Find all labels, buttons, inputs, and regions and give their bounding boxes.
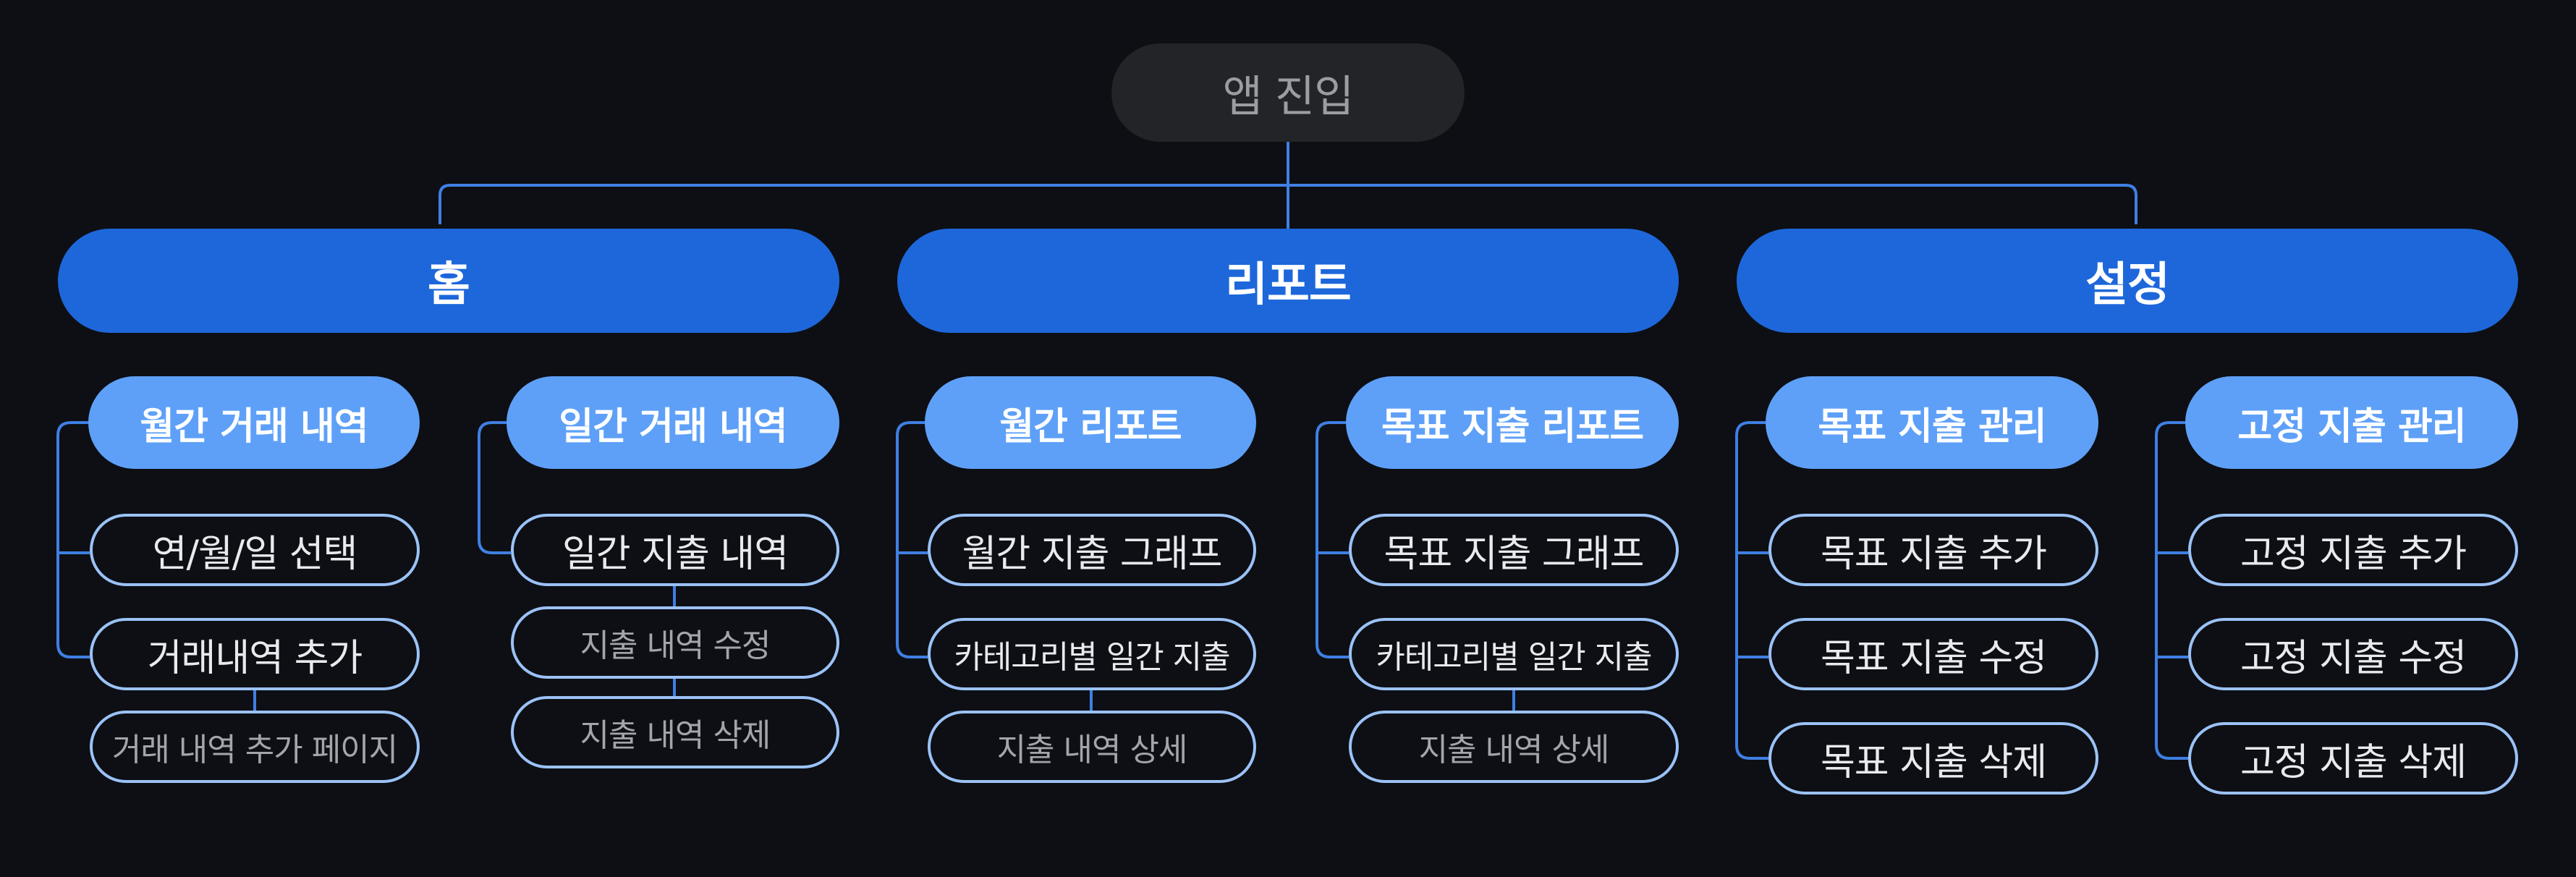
group-label: 월간 리포트 xyxy=(999,404,1182,449)
item-label: 카테고리별 일간 지출 xyxy=(1376,639,1652,676)
group-label: 목표 지출 리포트 xyxy=(1381,404,1644,449)
root-node-app-entry: 앱 진입 xyxy=(1111,43,1465,142)
item-date-select: 연/월/일 선택 xyxy=(90,514,420,586)
group-goal-expense-management: 목표 지출 관리 xyxy=(1766,376,2098,469)
group-fixed-expense-management: 고정 지출 관리 xyxy=(2185,376,2518,469)
section-label: 홈 xyxy=(428,258,470,312)
item-label: 목표 지출 그래프 xyxy=(1384,532,1645,576)
section-report: 리포트 xyxy=(897,229,1679,333)
group-monthly-report: 월간 리포트 xyxy=(925,376,1256,469)
connector-settings-fixed xyxy=(2155,421,2188,760)
item-edit-fixed-expense: 고정 지출 수정 xyxy=(2188,618,2518,690)
item-label: 거래내역 추가 xyxy=(147,636,363,680)
item-category-daily-expense: 카테고리별 일간 지출 xyxy=(1349,618,1679,690)
connector-root-sections xyxy=(438,142,2138,229)
group-label: 일간 거래 내역 xyxy=(559,404,787,449)
item-label: 고정 지출 삭제 xyxy=(2240,740,2467,784)
section-settings: 설정 xyxy=(1737,229,2518,333)
item-add-transaction: 거래내역 추가 xyxy=(90,618,420,690)
connector-home-monthly xyxy=(56,421,90,658)
connector-settings-goal xyxy=(1735,421,1768,760)
connector-home-daily xyxy=(478,421,511,554)
item-delete-expense: 지출 내역 삭제 xyxy=(511,696,839,768)
item-label: 거래 내역 추가 페이지 xyxy=(111,732,398,768)
connector-report-goal xyxy=(1315,421,1349,658)
group-goal-expense-report: 목표 지출 리포트 xyxy=(1346,376,1679,469)
item-category-daily-expense: 카테고리별 일간 지출 xyxy=(928,618,1256,690)
group-daily-transactions: 일간 거래 내역 xyxy=(507,376,839,469)
item-label: 고정 지출 수정 xyxy=(2240,636,2467,680)
item-label: 고정 지출 추가 xyxy=(2240,532,2467,576)
item-edit-goal-expense: 목표 지출 수정 xyxy=(1768,618,2098,690)
item-daily-expenses: 일간 지출 내역 xyxy=(511,514,839,586)
item-label: 목표 지출 삭제 xyxy=(1820,740,2047,784)
item-delete-goal-expense: 목표 지출 삭제 xyxy=(1768,722,2098,795)
item-goal-expense-graph: 목표 지출 그래프 xyxy=(1349,514,1679,586)
item-label: 목표 지출 수정 xyxy=(1820,636,2047,680)
group-label: 월간 거래 내역 xyxy=(140,404,368,449)
connector-report-monthly xyxy=(896,421,928,658)
group-label: 고정 지출 관리 xyxy=(2237,404,2466,449)
item-add-goal-expense: 목표 지출 추가 xyxy=(1768,514,2098,586)
item-edit-expense: 지출 내역 수정 xyxy=(511,606,839,679)
item-label: 지출 내역 상세 xyxy=(996,732,1188,768)
item-label: 지출 내역 수정 xyxy=(580,627,771,664)
item-label: 지출 내역 삭제 xyxy=(580,717,771,754)
item-expense-detail: 지출 내역 상세 xyxy=(1349,711,1679,783)
item-add-transaction-page: 거래 내역 추가 페이지 xyxy=(90,711,420,783)
item-label: 목표 지출 추가 xyxy=(1820,532,2047,576)
item-expense-detail: 지출 내역 상세 xyxy=(928,711,1256,783)
item-label: 연/월/일 선택 xyxy=(152,532,358,576)
item-label: 지출 내역 상세 xyxy=(1418,732,1610,768)
item-add-fixed-expense: 고정 지출 추가 xyxy=(2188,514,2518,586)
item-label: 일간 지출 내역 xyxy=(562,532,789,576)
item-monthly-expense-graph: 월간 지출 그래프 xyxy=(928,514,1256,586)
item-label: 카테고리별 일간 지출 xyxy=(954,639,1230,676)
group-label: 목표 지출 관리 xyxy=(1818,404,2046,449)
section-label: 리포트 xyxy=(1225,258,1352,312)
section-home: 홈 xyxy=(58,229,839,333)
root-label: 앱 진입 xyxy=(1222,71,1355,122)
sitemap-diagram: 앱 진입 홈 리포트 설정 월간 거래 내역 연/월/일 선택 거래내역 추가 … xyxy=(0,0,2576,877)
item-label: 월간 지출 그래프 xyxy=(962,532,1223,576)
item-delete-fixed-expense: 고정 지출 삭제 xyxy=(2188,722,2518,795)
section-label: 설정 xyxy=(2085,258,2170,312)
group-monthly-transactions: 월간 거래 내역 xyxy=(88,376,420,469)
